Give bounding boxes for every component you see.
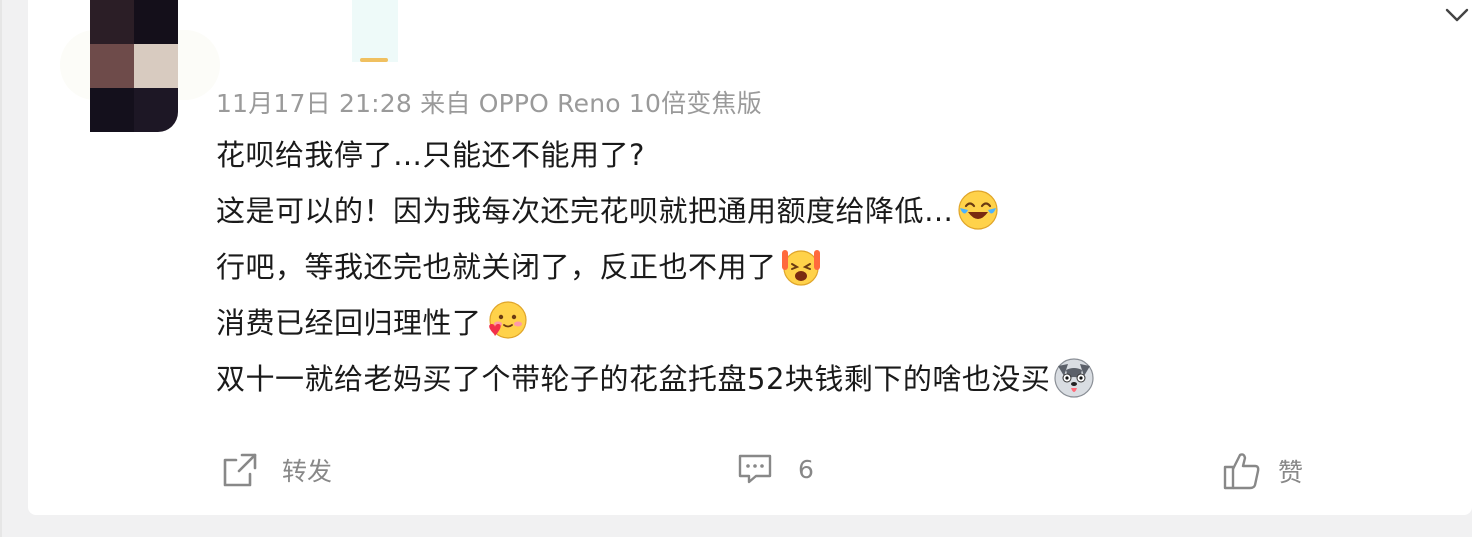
post-text: 消费已经回归理性了 (216, 306, 482, 340)
avatar-pixel (134, 88, 178, 132)
post-text-line: 双十一就给老妈买了个带轮子的花盆托盘52块钱剩下的啥也没买 (216, 356, 1096, 403)
username-redacted[interactable] (352, 0, 398, 62)
heart-cheeks-emoji-icon (488, 301, 527, 339)
like-button[interactable]: 赞 (1222, 450, 1303, 492)
comment-count: 6 (798, 454, 814, 484)
post-text: 花呗给我停了…只能还不能用了? (216, 138, 645, 172)
comment-bubble-icon (738, 454, 772, 484)
post-text: 双十一就给老妈买了个带轮子的花盆托盘52块钱剩下的啥也没买 (216, 362, 1051, 396)
window-edge (0, 0, 2, 537)
user-badge (360, 58, 388, 62)
share-arrow-icon (223, 453, 257, 487)
post-text-line: 行吧，等我还完也就关闭了，反正也不用了 (216, 244, 823, 291)
post-text-line: 花呗给我停了…只能还不能用了? (216, 132, 645, 174)
post-text-line: 这是可以的！因为我每次还完花呗就把通用额度给降低… (216, 188, 1000, 235)
cheering-emoji-icon (781, 250, 820, 286)
laughing-crying-emoji-icon (957, 190, 998, 230)
avatar-pixel (134, 0, 178, 44)
avatar-pixel (90, 88, 134, 132)
avatar-pixel (90, 0, 134, 44)
post-meta: 11月17日 21:28 来自 OPPO Reno 10倍变焦版 (216, 89, 762, 118)
husky-emoji-icon (1054, 358, 1095, 398)
comment-button[interactable]: 6 (736, 450, 814, 488)
thumbs-up-icon (1223, 453, 1260, 490)
post-text-line: 消费已经回归理性了 (216, 300, 528, 347)
chevron-down-icon[interactable] (1444, 4, 1470, 26)
post-text: 这是可以的！因为我每次还完花呗就把通用额度给降低… (216, 194, 954, 228)
like-label: 赞 (1278, 458, 1304, 487)
avatar-pixel (134, 44, 178, 88)
avatar[interactable] (90, 0, 178, 132)
post-text: 行吧，等我还完也就关闭了，反正也不用了 (216, 250, 777, 284)
repost-label: 转发 (282, 457, 333, 486)
repost-button[interactable]: 转发 (220, 450, 332, 490)
avatar-pixel (90, 44, 134, 88)
